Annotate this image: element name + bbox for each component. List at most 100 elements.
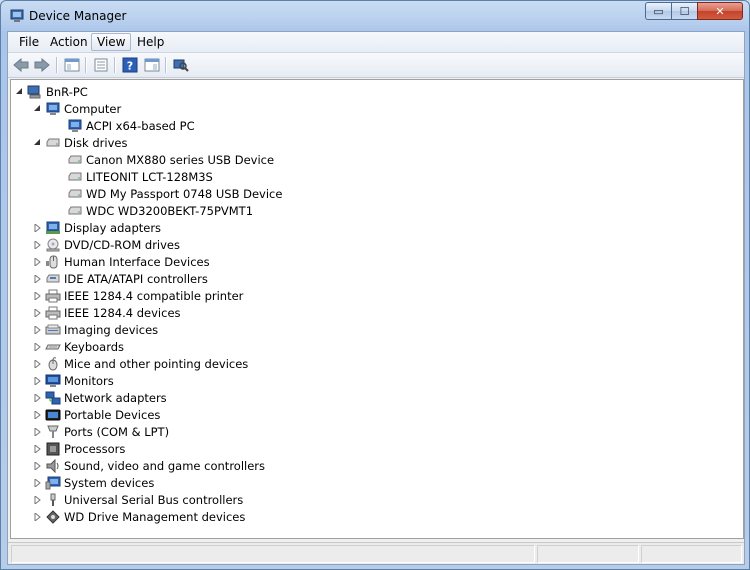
title-bar[interactable]: Device Manager ▭ ☐ ✕ <box>1 1 749 32</box>
scan-hardware-icon <box>173 59 189 72</box>
forward-button[interactable] <box>33 56 51 74</box>
menu-help[interactable]: Help <box>132 34 169 50</box>
tree-item-disk-drives[interactable]: Disk drives <box>33 134 127 151</box>
minimize-button[interactable]: ▭ <box>645 2 671 20</box>
tree-item-ide-controllers[interactable]: IDE ATA/ATAPI controllers <box>33 270 208 287</box>
help-button[interactable]: ? <box>121 56 139 74</box>
disk-drives-label: Disk drives <box>64 135 128 150</box>
status-pane <box>641 545 742 563</box>
tree-item-processors[interactable]: Processors <box>33 440 125 457</box>
category-label: DVD/CD-ROM drives <box>64 237 180 252</box>
show-hide-console-tree-button[interactable] <box>63 56 81 74</box>
tree-item-ieee-compatible-printer[interactable]: IEEE 1284.4 compatible printer <box>33 287 243 304</box>
expand-arrow-icon[interactable] <box>33 444 41 453</box>
toolbar-separator <box>114 57 116 73</box>
tree-item-ieee-devices[interactable]: IEEE 1284.4 devices <box>33 304 181 321</box>
tree-leaf[interactable]: ACPI x64-based PC <box>67 117 195 134</box>
back-button[interactable] <box>12 56 30 74</box>
tree-item-network-adapters[interactable]: Network adapters <box>33 389 167 406</box>
expand-arrow-icon[interactable] <box>33 495 41 504</box>
expand-arrow-icon[interactable] <box>33 342 41 351</box>
category-label: Keyboards <box>64 339 125 354</box>
menu-bar: File Action View Help <box>8 32 744 53</box>
expand-arrow-icon[interactable] <box>33 478 41 487</box>
show-action-pane-button[interactable] <box>143 56 161 74</box>
expand-arrow-icon[interactable] <box>33 274 41 283</box>
properties-button[interactable] <box>92 56 110 74</box>
tree-item-keyboards[interactable]: Keyboards <box>33 338 124 355</box>
menu-file[interactable]: File <box>14 34 44 50</box>
tree-item-portable-devices[interactable]: Portable Devices <box>33 406 160 423</box>
expand-arrow-icon[interactable] <box>33 410 41 419</box>
action-pane-icon <box>144 58 160 72</box>
speaker-icon <box>46 458 59 473</box>
tree-item-human-interface-devices[interactable]: Human Interface Devices <box>33 253 210 270</box>
tree-item-ports[interactable]: Ports (COM & LPT) <box>33 423 169 440</box>
caption-buttons: ▭ ☐ ✕ <box>645 2 743 20</box>
collapse-arrow-icon[interactable] <box>33 105 41 113</box>
computer-icon <box>68 119 82 132</box>
tree-leaf[interactable]: LITEONIT LCT-128M3S <box>67 168 213 185</box>
computer-label: Computer <box>64 101 122 116</box>
mouse-icon <box>48 356 58 370</box>
expand-arrow-icon[interactable] <box>33 461 41 470</box>
tree-item-wd-drive-management[interactable]: WD Drive Management devices <box>33 508 245 525</box>
device-tree[interactable]: BnR-PC Computer ACPI x64-based PC Disk d… <box>10 79 744 539</box>
expand-arrow-icon[interactable] <box>33 359 41 368</box>
system-device-icon <box>45 476 61 489</box>
expand-arrow-icon[interactable] <box>33 376 41 385</box>
expand-arrow-icon[interactable] <box>33 308 41 317</box>
status-pane <box>537 545 639 563</box>
tree-item-usb-controllers[interactable]: Universal Serial Bus controllers <box>33 491 243 508</box>
expand-arrow-icon[interactable] <box>33 393 41 402</box>
maximize-icon: ☐ <box>679 4 690 18</box>
expand-arrow-icon[interactable] <box>33 240 41 249</box>
toolbar-separator <box>85 57 87 73</box>
scan-hardware-changes-button[interactable] <box>172 56 190 74</box>
expand-arrow-icon[interactable] <box>33 257 41 266</box>
tree-root[interactable]: BnR-PC <box>15 83 88 100</box>
menu-action[interactable]: Action <box>45 34 93 50</box>
tree-item-mice[interactable]: Mice and other pointing devices <box>33 355 248 372</box>
computer-icon <box>27 85 41 98</box>
disk-drive-icon <box>68 206 82 214</box>
toolbar-separator <box>165 57 167 73</box>
minimize-icon: ▭ <box>653 4 664 18</box>
expand-arrow-icon[interactable] <box>33 291 41 300</box>
keyboard-icon <box>45 344 61 349</box>
category-label: WD Drive Management devices <box>64 509 246 524</box>
disk-drive-icon <box>68 189 82 197</box>
tree-leaf[interactable]: WDC WD3200BEKT-75PVMT1 <box>67 202 253 219</box>
tree-item-imaging-devices[interactable]: Imaging devices <box>33 321 158 338</box>
tree-item-display-adapters[interactable]: Display adapters <box>33 219 161 236</box>
device-manager-icon <box>10 9 24 22</box>
expand-arrow-icon[interactable] <box>33 325 41 334</box>
close-button[interactable]: ✕ <box>697 2 743 20</box>
collapse-arrow-icon[interactable] <box>15 88 23 96</box>
maximize-button[interactable]: ☐ <box>671 2 697 20</box>
tree-leaf[interactable]: Canon MX880 series USB Device <box>67 151 274 168</box>
hid-icon <box>46 255 58 268</box>
category-label: Processors <box>64 441 126 456</box>
collapse-arrow-icon[interactable] <box>33 139 41 147</box>
tree-item-computer[interactable]: Computer <box>33 100 121 117</box>
category-label: IEEE 1284.4 compatible printer <box>64 288 244 303</box>
back-arrow-icon <box>13 58 29 72</box>
disk-drive-icon <box>68 155 82 163</box>
root-label: BnR-PC <box>46 84 88 99</box>
tree-item-system-devices[interactable]: System devices <box>33 474 154 491</box>
tree-item-monitors[interactable]: Monitors <box>33 372 114 389</box>
expand-arrow-icon[interactable] <box>33 427 41 436</box>
tree-item-sound-video[interactable]: Sound, video and game controllers <box>33 457 265 474</box>
tree-item-dvd-cd-rom-drives[interactable]: DVD/CD-ROM drives <box>33 236 180 253</box>
device-label: WD My Passport 0748 USB Device <box>86 186 283 201</box>
device-label: Canon MX880 series USB Device <box>86 152 275 167</box>
expand-arrow-icon[interactable] <box>33 512 41 521</box>
expand-arrow-icon[interactable] <box>33 223 41 232</box>
tree-leaf[interactable]: WD My Passport 0748 USB Device <box>67 185 282 202</box>
device-label: WDC WD3200BEKT-75PVMT1 <box>86 203 254 218</box>
processor-icon <box>46 442 60 455</box>
category-label: Monitors <box>64 373 114 388</box>
menu-view[interactable]: View <box>91 33 132 51</box>
dvd-drive-icon <box>46 238 60 251</box>
